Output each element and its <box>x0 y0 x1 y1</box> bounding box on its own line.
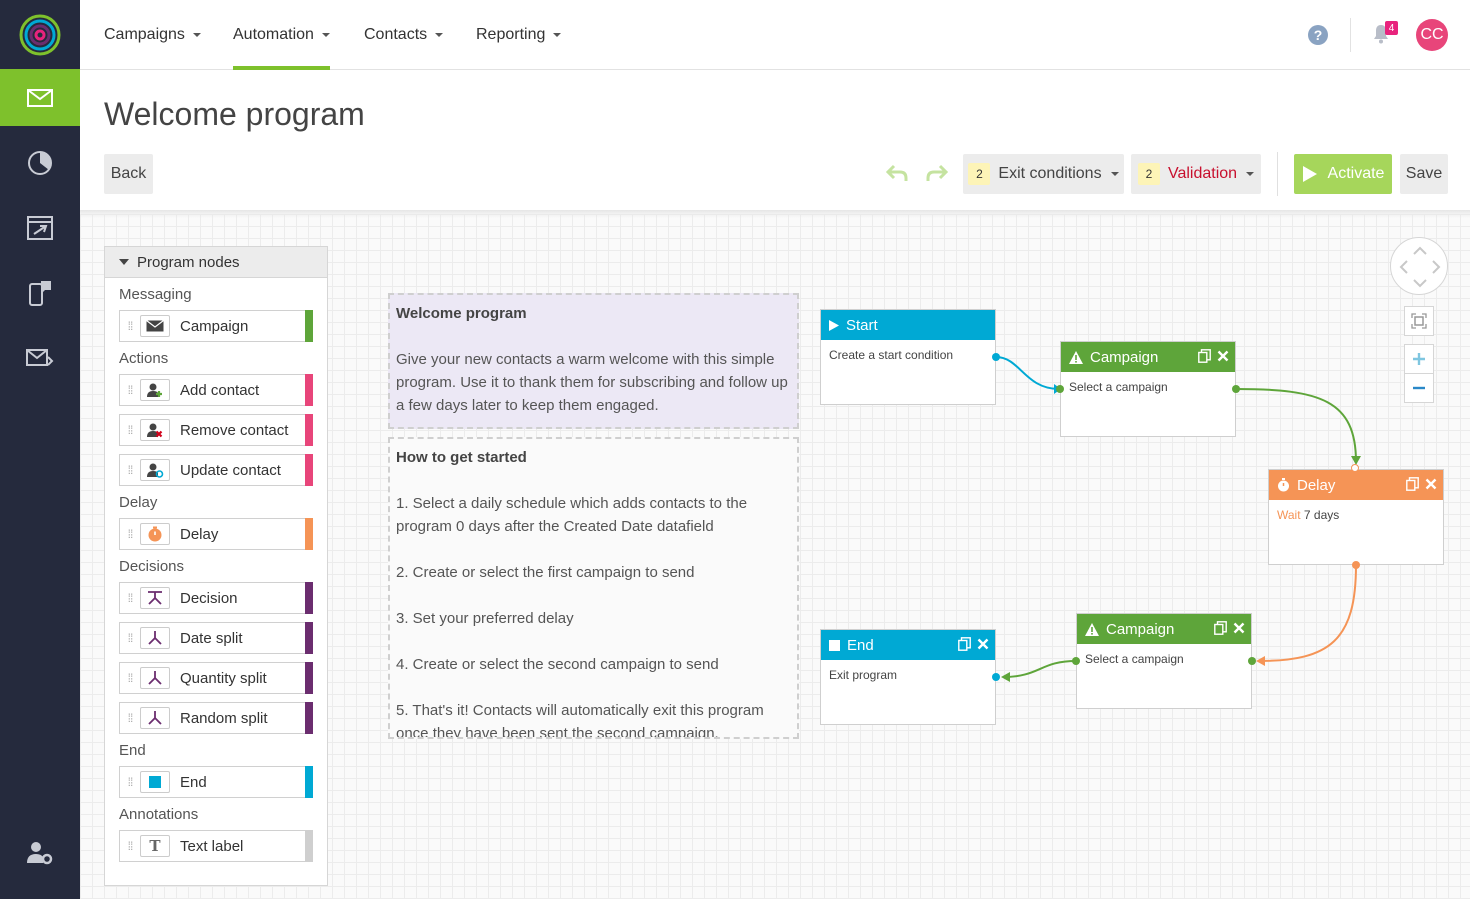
delay-value: 7 days <box>1303 508 1340 522</box>
stopwatch-icon <box>1278 478 1289 492</box>
play-icon <box>829 319 839 331</box>
fit-to-screen-icon[interactable] <box>1404 306 1434 336</box>
copy-icon[interactable] <box>1198 349 1211 363</box>
output-port[interactable] <box>992 353 1000 361</box>
flow-node-header: Start <box>821 310 995 340</box>
warning-icon <box>1069 350 1083 364</box>
flow-node-delay[interactable]: Delay Wait 7 days <box>1268 469 1444 565</box>
flow-node-start[interactable]: Start Create a start condition <box>820 309 996 405</box>
flow-connectors <box>995 356 1361 682</box>
flow-node-body: Select a campaign <box>1069 380 1168 394</box>
warning-icon <box>1085 622 1099 636</box>
flow-node-end[interactable]: End Exit program <box>820 629 996 725</box>
delay-prefix: Wait <box>1277 508 1301 522</box>
flow-node-title: End <box>847 636 874 654</box>
close-icon[interactable] <box>977 638 989 650</box>
output-port[interactable] <box>1232 385 1240 393</box>
flow-node-title: Start <box>846 316 878 334</box>
input-port[interactable] <box>1248 657 1256 665</box>
flow-node-header: Campaign <box>1077 614 1251 644</box>
flow-node-body: Create a start condition <box>829 348 954 362</box>
stop-square-icon <box>829 639 840 651</box>
output-port[interactable] <box>1072 657 1080 665</box>
flow-node-header: End <box>821 630 995 660</box>
input-port[interactable] <box>1056 385 1064 393</box>
input-port[interactable] <box>1351 464 1359 472</box>
flow-node-header: Delay <box>1269 470 1443 500</box>
zoom-out-icon[interactable] <box>1404 373 1434 403</box>
flow-node-body: Exit program <box>829 668 898 682</box>
close-icon[interactable] <box>1217 350 1229 362</box>
copy-icon[interactable] <box>958 637 971 651</box>
flow-node-body: Wait 7 days <box>1269 500 1443 530</box>
pan-control[interactable] <box>1390 237 1448 295</box>
output-port[interactable] <box>1352 561 1360 569</box>
flow-node-title: Campaign <box>1090 348 1159 366</box>
flow-node-header: Campaign <box>1061 342 1235 372</box>
flow-node-body: Select a campaign <box>1085 652 1184 666</box>
zoom-in-icon[interactable] <box>1404 344 1434 374</box>
flow-node-title: Campaign <box>1106 620 1175 638</box>
copy-icon[interactable] <box>1406 477 1419 491</box>
flow-node-campaign-1[interactable]: Campaign Select a campaign <box>1060 341 1236 437</box>
copy-icon[interactable] <box>1214 621 1227 635</box>
close-icon[interactable] <box>1425 478 1437 490</box>
input-port[interactable] <box>992 673 1000 681</box>
flow-node-campaign-2[interactable]: Campaign Select a campaign <box>1076 613 1252 709</box>
flow-node-title: Delay <box>1297 476 1336 494</box>
close-icon[interactable] <box>1233 622 1245 634</box>
